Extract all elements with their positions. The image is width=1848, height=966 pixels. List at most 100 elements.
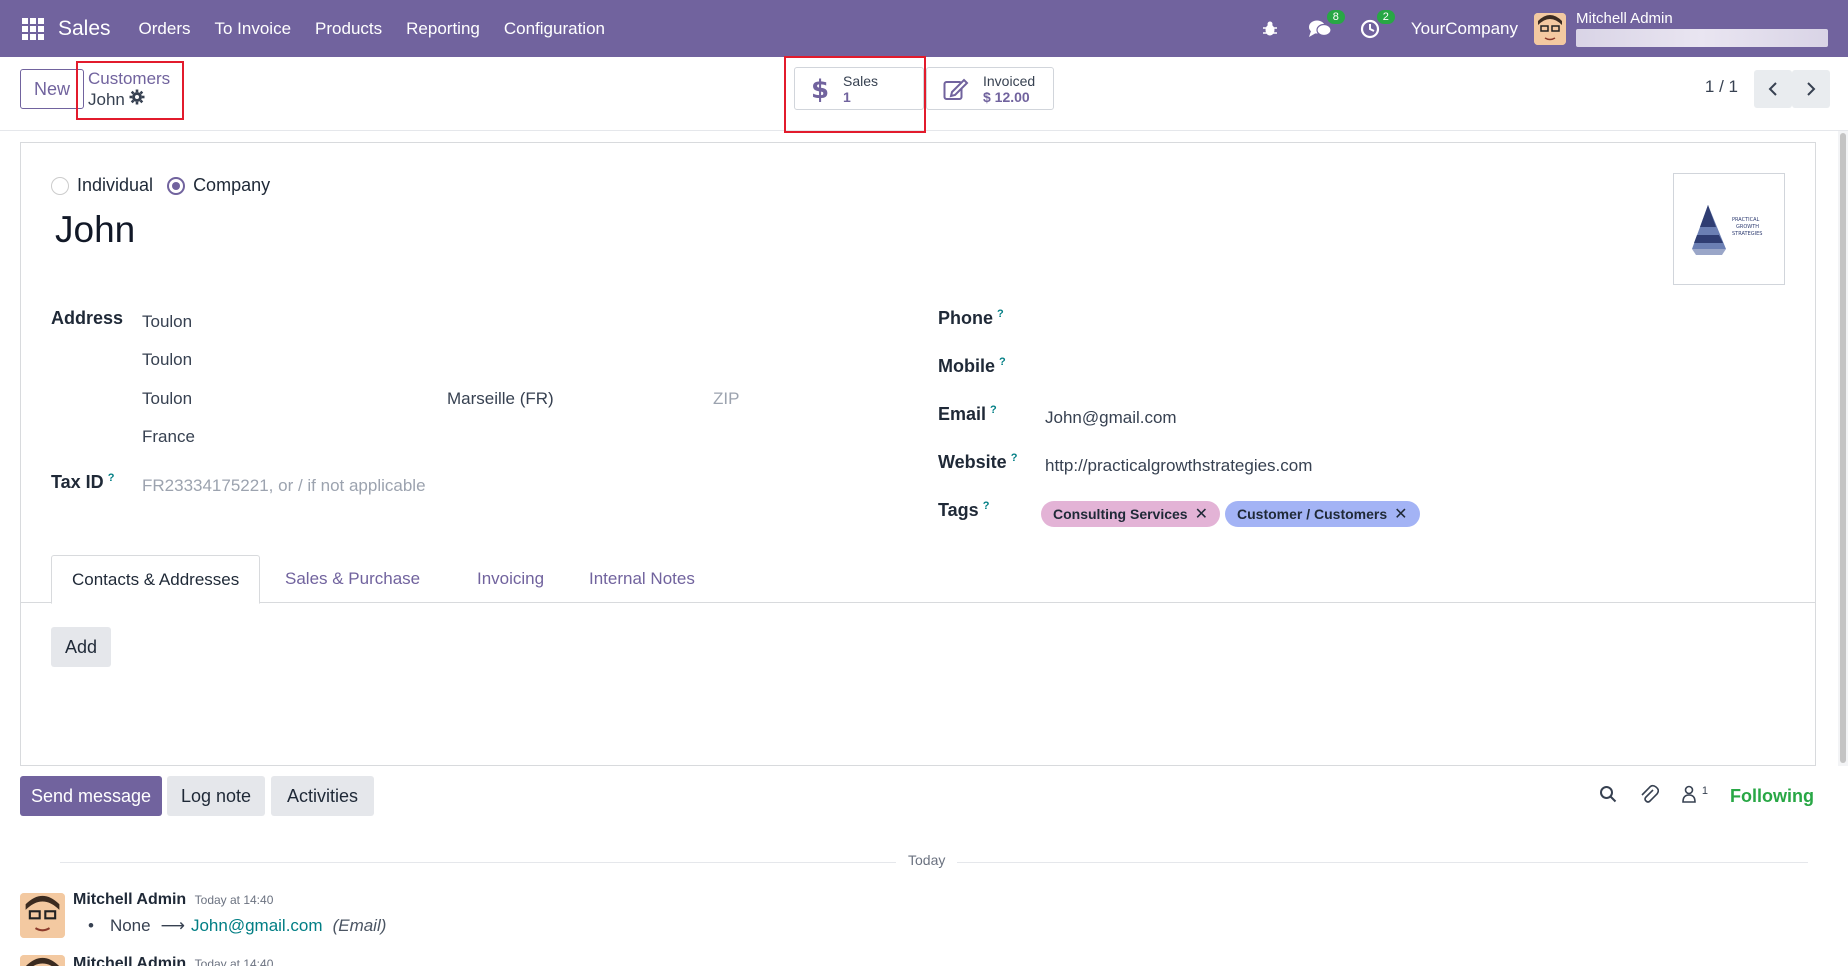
help-tooltip-icon[interactable]: ?: [997, 308, 1004, 320]
chevron-right-icon: [1807, 82, 1816, 96]
city-field[interactable]: Toulon: [142, 389, 192, 409]
zip-field[interactable]: ZIP: [713, 389, 739, 409]
message-time: Today at 14:40: [194, 893, 274, 907]
menu-configuration[interactable]: Configuration: [492, 19, 617, 39]
pager-previous-button[interactable]: [1754, 70, 1792, 108]
email-field[interactable]: John@gmail.com: [1045, 408, 1177, 428]
website-field[interactable]: http://practicalgrowthstrategies.com: [1045, 456, 1312, 476]
radio-company-label[interactable]: Company: [193, 175, 270, 196]
tag-label: Customer / Customers: [1237, 506, 1388, 522]
followers-button[interactable]: 1: [1681, 785, 1708, 808]
menu-to-invoice[interactable]: To Invoice: [203, 19, 304, 39]
company-type-radio: Individual Company: [51, 175, 270, 196]
message-author-name[interactable]: Mitchell Admin: [73, 891, 186, 908]
mobile-label-text: Mobile: [938, 356, 995, 376]
activities-badge: 2: [1376, 9, 1395, 24]
street-field[interactable]: Toulon: [142, 312, 192, 332]
invoiced-label: Invoiced: [983, 72, 1036, 89]
add-contact-button[interactable]: Add: [51, 627, 111, 667]
user-menu[interactable]: Mitchell Admin: [1576, 10, 1828, 47]
navbar-systray: 8 2 YourCompany Mitchell Admin: [1245, 0, 1848, 57]
tracked-field-name: (Email): [332, 916, 387, 935]
mobile-label: Mobile?: [938, 356, 1006, 377]
help-tooltip-icon[interactable]: ?: [108, 472, 115, 484]
menu-reporting[interactable]: Reporting: [394, 19, 492, 39]
svg-text:STRATEGIES: STRATEGIES: [1732, 231, 1762, 237]
send-message-button[interactable]: Send message: [20, 776, 162, 816]
street2-field[interactable]: Toulon: [142, 350, 192, 370]
breadcrumb-current: John: [88, 89, 182, 110]
help-tooltip-icon[interactable]: ?: [999, 356, 1006, 368]
address-label: Address: [51, 308, 124, 328]
pager-value[interactable]: 1 / 1: [1705, 77, 1738, 97]
close-icon[interactable]: ✕: [1195, 504, 1208, 524]
apps-menu-icon[interactable]: [22, 17, 44, 40]
company-switcher[interactable]: YourCompany: [1411, 19, 1518, 39]
tag-label: Consulting Services: [1053, 506, 1188, 522]
activities-clock-icon[interactable]: 2: [1357, 9, 1395, 42]
avatar[interactable]: [20, 955, 65, 966]
invoiced-smart-button[interactable]: Invoiced $ 12.00: [926, 67, 1054, 110]
message-author: Mitchell Admin Today at 14:40: [73, 891, 273, 909]
close-icon[interactable]: ✕: [1394, 504, 1407, 524]
menu-products[interactable]: Products: [303, 19, 394, 39]
tag-customer-customers: Customer / Customers ✕: [1225, 501, 1420, 527]
avatar[interactable]: [20, 893, 65, 938]
radio-individual-label[interactable]: Individual: [77, 175, 153, 196]
help-tooltip-icon[interactable]: ?: [983, 500, 990, 512]
scrollbar-thumb[interactable]: [1840, 133, 1846, 763]
tags-label-text: Tags: [938, 500, 979, 520]
tab-internal-notes[interactable]: Internal Notes: [569, 555, 715, 603]
tag-consulting-services: Consulting Services ✕: [1041, 501, 1220, 527]
app-name[interactable]: Sales: [58, 17, 111, 41]
breadcrumb: Customers John: [76, 61, 184, 120]
paperclip-icon[interactable]: [1639, 784, 1660, 809]
country-field[interactable]: France: [142, 427, 195, 447]
email-label-text: Email: [938, 404, 987, 424]
tab-contacts-addresses[interactable]: Contacts & Addresses: [51, 555, 261, 604]
followers-count: 1: [1701, 784, 1709, 797]
day-label: Today: [896, 852, 958, 868]
following-button[interactable]: Following: [1730, 786, 1814, 807]
database-name-blurred: [1576, 29, 1828, 47]
tracking-value-line: • None ⟶ John@gmail.com (Email): [88, 916, 386, 936]
company-logo-image[interactable]: PRACTICAL GROWTH STRATEGIES: [1673, 173, 1785, 285]
partner-name-field[interactable]: John: [55, 209, 135, 251]
messages-icon[interactable]: 8: [1307, 9, 1345, 42]
tax-id-label: Tax ID?: [51, 472, 114, 493]
tab-invoicing[interactable]: Invoicing: [457, 555, 564, 603]
scrollbar[interactable]: [1838, 131, 1848, 766]
chatter-tools: 1 Following: [1599, 776, 1814, 816]
pager-next-button[interactable]: [1792, 70, 1830, 108]
gear-icon[interactable]: [129, 89, 145, 110]
arrow-right-icon: ⟶: [160, 916, 185, 935]
user-icon: [1682, 785, 1697, 803]
radio-individual[interactable]: [51, 176, 69, 195]
website-label: Website?: [938, 452, 1017, 473]
website-label-text: Website: [938, 452, 1007, 472]
tax-id-field[interactable]: FR23334175221, or / if not applicable: [142, 476, 426, 496]
chevron-left-icon: [1768, 82, 1777, 96]
phone-label: Phone?: [938, 308, 1004, 329]
log-note-button[interactable]: Log note: [167, 776, 265, 816]
radio-company[interactable]: [167, 176, 186, 195]
new-value: John@gmail.com: [190, 916, 323, 935]
debug-bug-icon[interactable]: [1257, 16, 1283, 42]
state-field[interactable]: Marseille (FR): [447, 389, 554, 409]
tax-id-label-text: Tax ID: [51, 472, 104, 492]
new-button[interactable]: New: [20, 69, 84, 109]
breadcrumb-customers[interactable]: Customers: [88, 69, 182, 89]
activities-button[interactable]: Activities: [271, 776, 374, 816]
user-avatar[interactable]: [1534, 12, 1566, 45]
breadcrumb-current-label: John: [88, 89, 125, 109]
menu-orders[interactable]: Orders: [127, 19, 203, 39]
search-icon[interactable]: [1599, 785, 1617, 808]
help-tooltip-icon[interactable]: ?: [1011, 452, 1018, 464]
old-value: None: [109, 916, 151, 935]
help-tooltip-icon[interactable]: ?: [990, 404, 997, 416]
tab-sales-purchase[interactable]: Sales & Purchase: [265, 555, 440, 603]
message-author-name[interactable]: Mitchell Admin: [73, 955, 186, 966]
notebook-tabs: Contacts & Addresses Sales & Purchase In…: [21, 555, 1815, 604]
svg-text:PRACTICAL: PRACTICAL: [1732, 217, 1760, 223]
bullet: •: [88, 916, 94, 935]
